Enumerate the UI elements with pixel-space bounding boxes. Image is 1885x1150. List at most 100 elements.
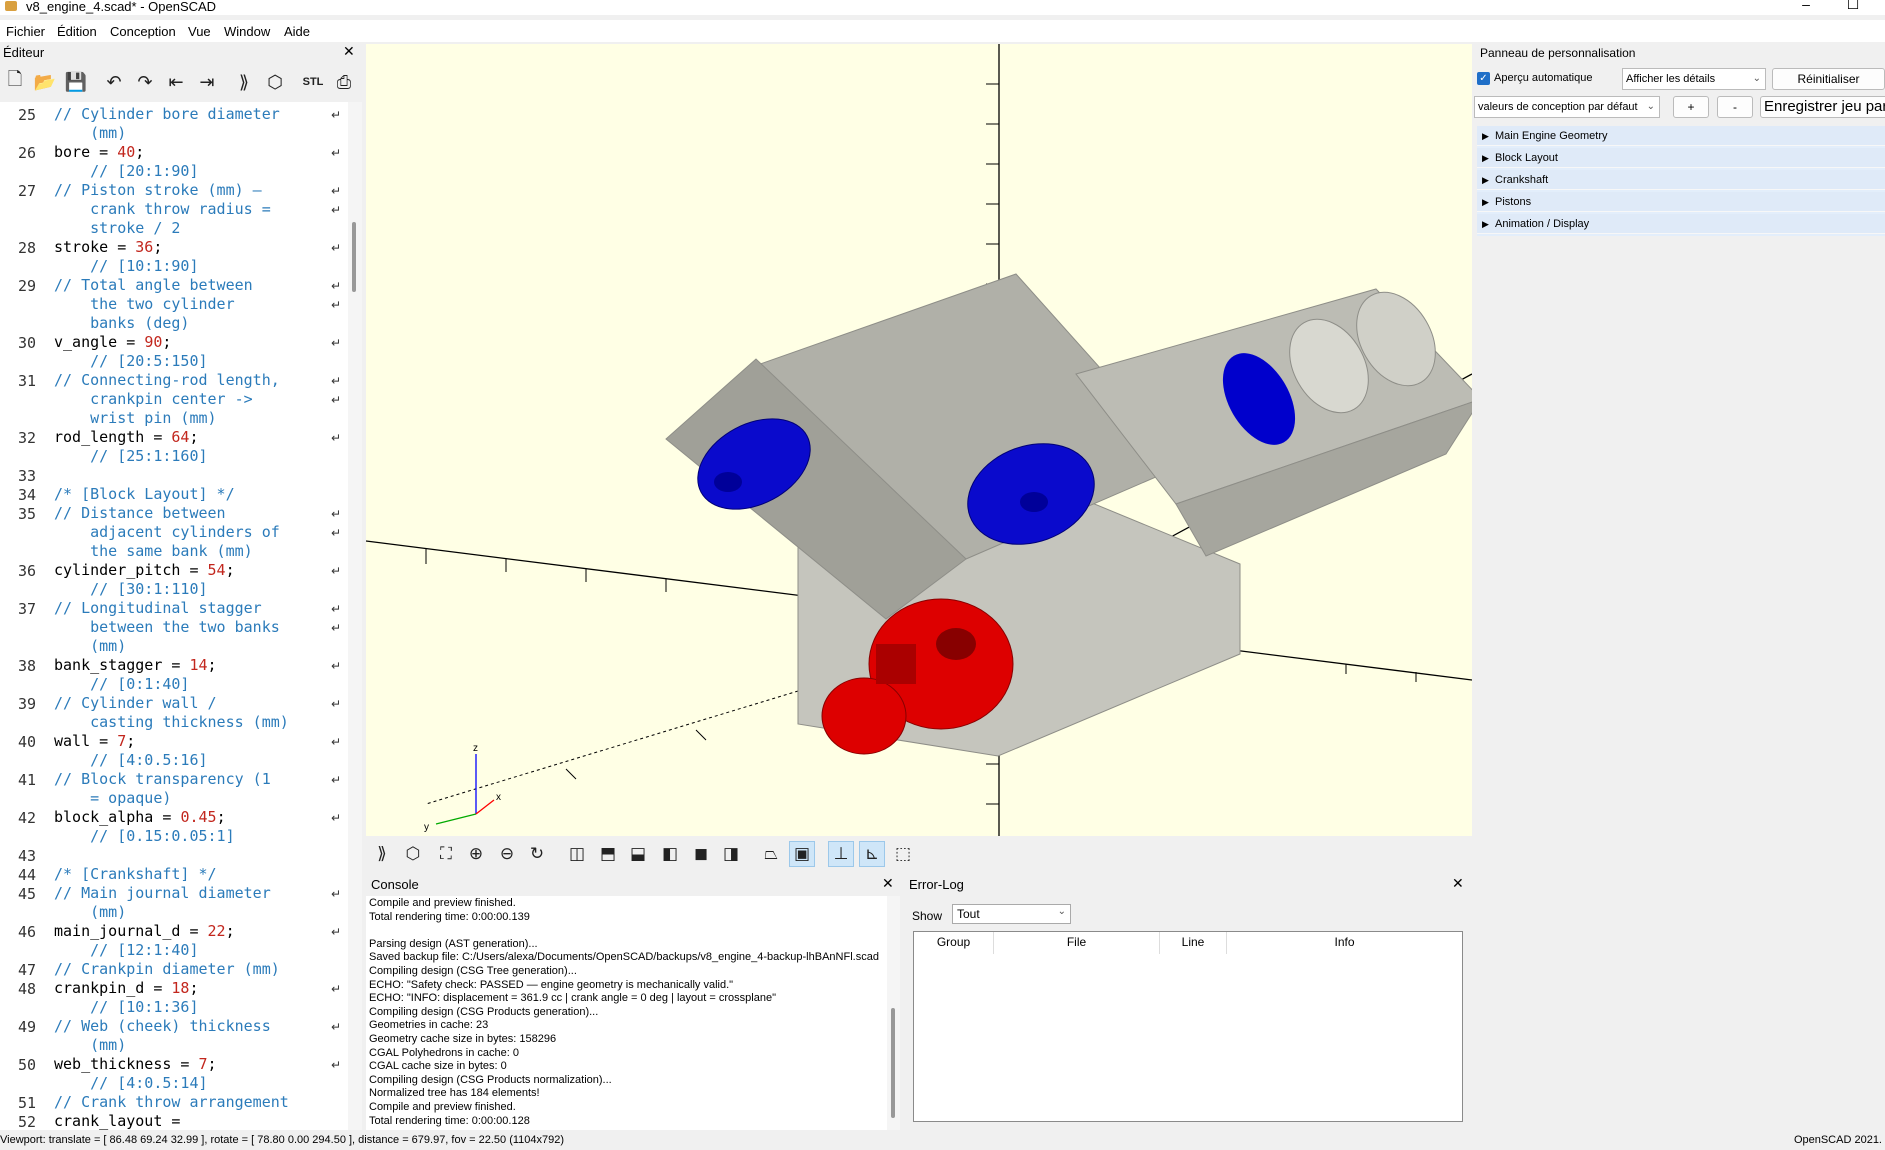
- code-line[interactable]: crankpin center ->: [54, 390, 253, 409]
- close-icon[interactable]: ✕: [343, 43, 355, 60]
- save-icon[interactable]: 💾: [62, 68, 90, 96]
- code-line[interactable]: adjacent cylinders of: [54, 523, 280, 542]
- reset-button[interactable]: Réinitialiser: [1772, 68, 1885, 90]
- code-line[interactable]: crank throw radius =: [54, 200, 271, 219]
- details-select[interactable]: Afficher les détails ⌄: [1622, 68, 1766, 90]
- code-line[interactable]: // [20:5:150]: [54, 352, 207, 371]
- close-icon[interactable]: ✕: [882, 875, 894, 892]
- column-line[interactable]: Line: [1160, 932, 1227, 954]
- perspective-icon[interactable]: ⏢: [758, 841, 784, 867]
- code-line[interactable]: v_angle = 90;: [54, 333, 171, 352]
- code-line[interactable]: (mm): [54, 637, 126, 656]
- send-to-print-icon[interactable]: ⎙: [330, 68, 358, 96]
- code-line[interactable]: stroke = 36;: [54, 238, 162, 257]
- code-line[interactable]: (mm): [54, 1036, 126, 1055]
- code-line[interactable]: // [4:0.5:16]: [54, 751, 207, 770]
- column-file[interactable]: File: [994, 932, 1160, 954]
- code-line[interactable]: // [4:0.5:14]: [54, 1074, 207, 1093]
- code-editor[interactable]: 25 26 27 28 29 30 31 32 33 34 35 36 37 38 39 40 41 42 43 44…: [0, 102, 362, 1130]
- code-line[interactable]: casting thickness (mm): [54, 713, 289, 732]
- view-back-icon[interactable]: ◨: [718, 841, 744, 867]
- code-line[interactable]: main_journal_d = 22;: [54, 922, 235, 941]
- undo-icon[interactable]: ↶: [100, 68, 128, 96]
- show-filter-select[interactable]: Tout ⌄: [952, 904, 1071, 924]
- code-line[interactable]: // [30:1:110]: [54, 580, 207, 599]
- minimize-icon[interactable]: –: [1796, 0, 1816, 11]
- code-line[interactable]: // Longitudinal stagger: [54, 599, 262, 618]
- code-line[interactable]: = opaque): [54, 789, 171, 808]
- section-animation-display[interactable]: ▶ Animation / Display: [1477, 214, 1885, 234]
- unindent-icon[interactable]: ⇤: [162, 68, 190, 96]
- code-line[interactable]: // Distance between: [54, 504, 226, 523]
- preview-icon[interactable]: ⟫: [230, 68, 258, 96]
- zoom-in-icon[interactable]: ⊕: [463, 841, 489, 867]
- section-block-layout[interactable]: ▶ Block Layout: [1477, 148, 1885, 168]
- render-icon[interactable]: ⬡: [261, 68, 289, 96]
- code-line[interactable]: (mm): [54, 903, 126, 922]
- code-line[interactable]: // Main journal diameter: [54, 884, 271, 903]
- code-line[interactable]: rod_length = 64;: [54, 428, 199, 447]
- code-line[interactable]: bore = 40;: [54, 143, 144, 162]
- code-line[interactable]: crank_layout =: [54, 1112, 180, 1130]
- column-info[interactable]: Info: [1227, 932, 1462, 954]
- auto-preview-checkbox[interactable]: ✓: [1477, 72, 1490, 85]
- menu-aide[interactable]: Aide: [284, 24, 310, 39]
- remove-preset-button[interactable]: -: [1717, 96, 1753, 118]
- code-line[interactable]: wrist pin (mm): [54, 409, 216, 428]
- preview-icon[interactable]: ⟫: [369, 841, 395, 867]
- orthogonal-icon[interactable]: ▣: [789, 841, 815, 867]
- code-line[interactable]: between the two banks: [54, 618, 280, 637]
- menu-fichier[interactable]: Fichier: [6, 24, 45, 39]
- section-pistons[interactable]: ▶ Pistons: [1477, 192, 1885, 212]
- view-all-icon[interactable]: ⛶: [433, 841, 459, 867]
- zoom-out-icon[interactable]: ⊖: [494, 841, 520, 867]
- redo-icon[interactable]: ↷: [131, 68, 159, 96]
- new-file-icon[interactable]: 🗋: [1, 68, 29, 96]
- menu-edition[interactable]: Édition: [57, 24, 97, 39]
- section-main-engine-geometry[interactable]: ▶ Main Engine Geometry: [1477, 126, 1885, 146]
- preset-select[interactable]: valeurs de conception par défaut ⌄: [1474, 96, 1660, 118]
- view-right-icon[interactable]: ◫: [564, 841, 590, 867]
- export-stl-icon[interactable]: STL: [299, 68, 327, 96]
- code-line[interactable]: stroke / 2: [54, 219, 180, 238]
- code-line[interactable]: cylinder_pitch = 54;: [54, 561, 235, 580]
- maximize-icon[interactable]: ☐: [1843, 0, 1863, 11]
- code-line[interactable]: // [10:1:90]: [54, 257, 198, 276]
- code-line[interactable]: // Connecting-rod length,: [54, 371, 280, 390]
- show-edges-icon[interactable]: ⬚: [890, 841, 916, 867]
- code-line[interactable]: // [12:1:40]: [54, 941, 198, 960]
- column-group[interactable]: Group: [914, 932, 994, 954]
- editor-scrollbar[interactable]: [348, 102, 362, 1130]
- console-scrollbar[interactable]: [887, 896, 900, 1130]
- show-scale-icon[interactable]: ⊾: [859, 841, 885, 867]
- open-file-icon[interactable]: 📂: [31, 68, 59, 96]
- code-line[interactable]: crankpin_d = 18;: [54, 979, 199, 998]
- view-left-icon[interactable]: ◧: [657, 841, 683, 867]
- save-preset-button[interactable]: Enregistrer jeu par: [1760, 96, 1885, 118]
- code-line[interactable]: // [0:1:40]: [54, 675, 189, 694]
- code-line[interactable]: the two cylinder: [54, 295, 235, 314]
- code-line[interactable]: block_alpha = 0.45;: [54, 808, 226, 827]
- code-line[interactable]: // [20:1:90]: [54, 162, 198, 181]
- code-line[interactable]: // Total angle between: [54, 276, 253, 295]
- code-line[interactable]: /* [Crankshaft] */: [54, 865, 217, 884]
- indent-icon[interactable]: ⇥: [193, 68, 221, 96]
- code-line[interactable]: // Web (cheek) thickness: [54, 1017, 271, 1036]
- code-line[interactable]: wall = 7;: [54, 732, 135, 751]
- scene-render[interactable]: z y x: [366, 44, 1472, 836]
- close-icon[interactable]: ✕: [1452, 875, 1464, 892]
- reset-view-icon[interactable]: ↻: [524, 841, 550, 867]
- code-line[interactable]: // Crank throw arrangement: [54, 1093, 289, 1112]
- code-line[interactable]: // Cylinder bore diameter: [54, 105, 280, 124]
- code-line[interactable]: /* [Block Layout] */: [54, 485, 235, 504]
- console-output[interactable]: Compile and preview finished. Total rende…: [366, 896, 900, 1130]
- menu-vue[interactable]: Vue: [188, 24, 211, 39]
- view-bottom-icon[interactable]: ⬓: [625, 841, 651, 867]
- code-line[interactable]: web_thickness = 7;: [54, 1055, 217, 1074]
- code-line[interactable]: // Block transparency (1: [54, 770, 271, 789]
- code-line[interactable]: bank_stagger = 14;: [54, 656, 217, 675]
- add-preset-button[interactable]: +: [1673, 96, 1709, 118]
- code-line[interactable]: // [0.15:0.05:1]: [54, 827, 235, 846]
- code-line[interactable]: banks (deg): [54, 314, 189, 333]
- section-crankshaft[interactable]: ▶ Crankshaft: [1477, 170, 1885, 190]
